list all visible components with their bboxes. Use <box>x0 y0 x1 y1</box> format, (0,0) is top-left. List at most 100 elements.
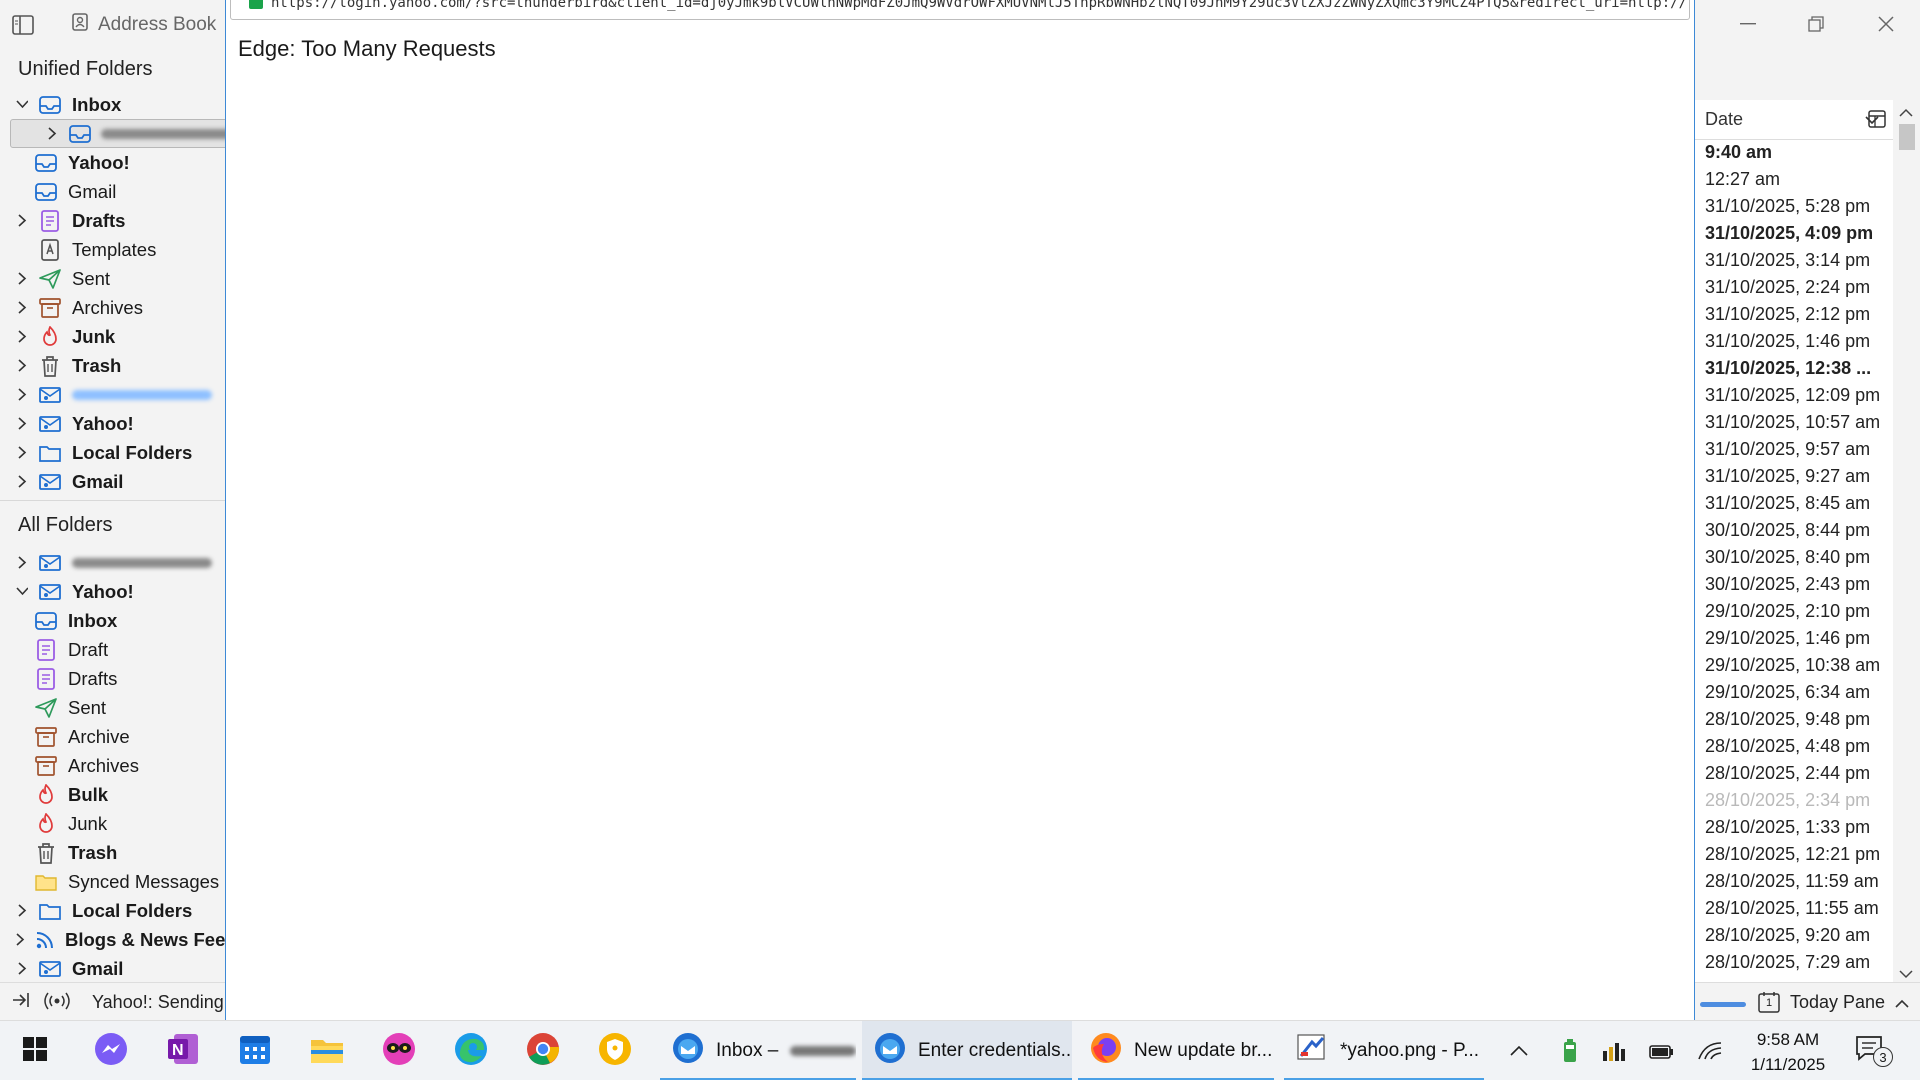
game-app[interactable] <box>374 1021 424 1080</box>
message-row-date[interactable]: 31/10/2025, 9:57 am <box>1705 439 1870 466</box>
folder-row[interactable]: Draft <box>0 635 225 664</box>
message-row-date[interactable]: 29/10/2025, 1:46 pm <box>1705 628 1870 655</box>
show-hidden-icons[interactable] <box>1505 1037 1533 1065</box>
chevron-right-icon[interactable] <box>16 214 28 227</box>
folder-row[interactable]: Synced Messages <box>0 867 225 896</box>
folder-row[interactable] <box>0 380 225 409</box>
folder-row[interactable]: Sent <box>0 693 225 722</box>
start-button[interactable] <box>10 1021 60 1080</box>
folder-row[interactable]: Gmail <box>0 177 225 206</box>
message-row-date[interactable]: 28/10/2025, 11:55 am <box>1705 898 1879 925</box>
message-row-date[interactable]: 31/10/2025, 5:28 pm <box>1705 196 1870 223</box>
clock[interactable]: 9:58 AM 1/11/2025 <box>1738 1027 1838 1077</box>
chevron-right-icon[interactable] <box>16 301 28 314</box>
folder-row[interactable]: Bulk <box>0 780 225 809</box>
message-row-date[interactable]: 28/10/2025, 2:34 pm <box>1705 790 1870 817</box>
taskbar-window-button[interactable]: Enter credentials... <box>862 1021 1072 1080</box>
chevron-right-icon[interactable] <box>16 556 28 569</box>
folder-pane-toggle-icon[interactable] <box>10 12 36 38</box>
folder-row[interactable]: Blogs & News Feeds <box>0 925 225 954</box>
wifi-icon[interactable] <box>1696 1037 1724 1065</box>
minimize-button[interactable] <box>1718 4 1778 44</box>
chevron-right-icon[interactable] <box>47 127 58 140</box>
folder-row[interactable]: Junk <box>0 322 225 351</box>
system-monitor-icon[interactable] <box>1600 1037 1628 1065</box>
message-row-date[interactable]: 31/10/2025, 9:27 am <box>1705 466 1870 493</box>
chevron-right-icon[interactable] <box>16 417 28 430</box>
message-row-date[interactable]: 31/10/2025, 2:24 pm <box>1705 277 1870 304</box>
folder-row[interactable] <box>0 548 225 577</box>
restore-button[interactable] <box>1786 4 1846 44</box>
message-row-date[interactable]: 28/10/2025, 9:48 pm <box>1705 709 1870 736</box>
folder-row[interactable]: Local Folders <box>0 438 225 467</box>
folder-row[interactable]: Yahoo! <box>0 409 225 438</box>
message-row-date[interactable]: 31/10/2025, 2:12 pm <box>1705 304 1870 331</box>
scroll-down-icon[interactable] <box>1899 966 1913 982</box>
edge-app[interactable] <box>446 1021 496 1080</box>
battery-icon[interactable] <box>1648 1037 1676 1065</box>
message-row-date[interactable]: 28/10/2025, 7:29 am <box>1705 952 1870 979</box>
file-explorer-app[interactable] <box>302 1021 352 1080</box>
column-picker-icon[interactable] <box>1863 104 1891 134</box>
onenote-app[interactable]: N <box>158 1021 208 1080</box>
message-row-date[interactable]: 29/10/2025, 2:10 pm <box>1705 601 1870 628</box>
online-status-icon[interactable] <box>44 991 70 1016</box>
messenger-app[interactable] <box>86 1021 136 1080</box>
message-row-date[interactable]: 28/10/2025, 11:59 am <box>1705 871 1879 898</box>
taskbar-window-button[interactable]: Inbox – <box>660 1021 856 1080</box>
chevron-right-icon[interactable] <box>16 359 28 372</box>
message-list-scrollbar[interactable] <box>1893 100 1920 982</box>
folder-row[interactable]: Archives <box>0 751 225 780</box>
taskbar-window-button[interactable]: *yahoo.png - P... <box>1284 1021 1484 1080</box>
chevron-down-icon[interactable] <box>16 587 28 596</box>
message-row-date[interactable]: 30/10/2025, 8:40 pm <box>1705 547 1870 574</box>
message-row-date[interactable]: 28/10/2025, 9:20 am <box>1705 925 1870 952</box>
folder-row[interactable]: Trash <box>0 838 225 867</box>
chrome-app[interactable] <box>518 1021 568 1080</box>
chevron-right-icon[interactable] <box>16 388 28 401</box>
message-row-date[interactable]: 31/10/2025, 8:45 am <box>1705 493 1870 520</box>
close-button[interactable] <box>1856 4 1916 44</box>
message-row-date[interactable]: 30/10/2025, 2:43 pm <box>1705 574 1870 601</box>
chevron-right-icon[interactable] <box>16 904 28 917</box>
folder-row[interactable]: Inbox <box>0 606 225 635</box>
today-pane-button[interactable]: 1 Today Pane <box>1758 988 1909 1016</box>
notification-center-button[interactable]: 3 <box>1855 1035 1895 1067</box>
url-bar[interactable]: https://login.yahoo.com/?src=thunderbird… <box>230 0 1690 20</box>
folder-row[interactable]: Gmail <box>0 954 225 982</box>
message-row-date[interactable]: 28/10/2025, 12:21 pm <box>1705 844 1880 871</box>
folder-row[interactable]: Yahoo! <box>0 577 225 606</box>
battery-app-icon[interactable] <box>1556 1037 1584 1065</box>
chevron-right-icon[interactable] <box>16 446 28 459</box>
chevron-down-icon[interactable] <box>16 100 28 109</box>
folder-row[interactable]: Inbox <box>0 90 225 119</box>
message-row-date[interactable]: 31/10/2025, 1:46 pm <box>1705 331 1870 358</box>
folder-row[interactable]: Archives <box>0 293 225 322</box>
folder-row[interactable]: Templates <box>0 235 225 264</box>
message-row-date[interactable]: 31/10/2025, 10:57 am <box>1705 412 1880 439</box>
message-row-date[interactable]: 31/10/2025, 12:38 ... <box>1705 358 1871 385</box>
folder-row[interactable]: Drafts <box>0 664 225 693</box>
taskbar-window-button[interactable]: New update br... <box>1078 1021 1274 1080</box>
chevron-right-icon[interactable] <box>16 933 25 946</box>
folder-row[interactable]: Junk <box>0 809 225 838</box>
folder-row[interactable]: Yahoo! <box>0 148 225 177</box>
chevron-right-icon[interactable] <box>16 272 28 285</box>
folder-row[interactable]: Local Folders <box>0 896 225 925</box>
address-book-tab[interactable]: Address Book <box>70 10 216 40</box>
scroll-up-icon[interactable] <box>1899 104 1913 120</box>
collapse-pane-icon[interactable] <box>12 992 30 1013</box>
message-row-date[interactable]: 28/10/2025, 4:48 pm <box>1705 736 1870 763</box>
message-row-date[interactable]: 31/10/2025, 4:09 pm <box>1705 223 1873 250</box>
folder-row[interactable]: Trash <box>0 351 225 380</box>
message-row-date[interactable]: 30/10/2025, 8:44 pm <box>1705 520 1870 547</box>
message-row-date[interactable]: 28/10/2025, 2:44 pm <box>1705 763 1870 790</box>
folder-row[interactable]: Drafts <box>0 206 225 235</box>
message-row-date[interactable]: 29/10/2025, 6:34 am <box>1705 682 1870 709</box>
message-row-date[interactable]: 9:40 am <box>1705 142 1772 169</box>
folder-row[interactable] <box>10 119 225 148</box>
scrollbar-thumb[interactable] <box>1899 124 1915 150</box>
calendar-app[interactable] <box>230 1021 280 1080</box>
chevron-right-icon[interactable] <box>16 475 28 488</box>
vpn-app[interactable] <box>590 1021 640 1080</box>
